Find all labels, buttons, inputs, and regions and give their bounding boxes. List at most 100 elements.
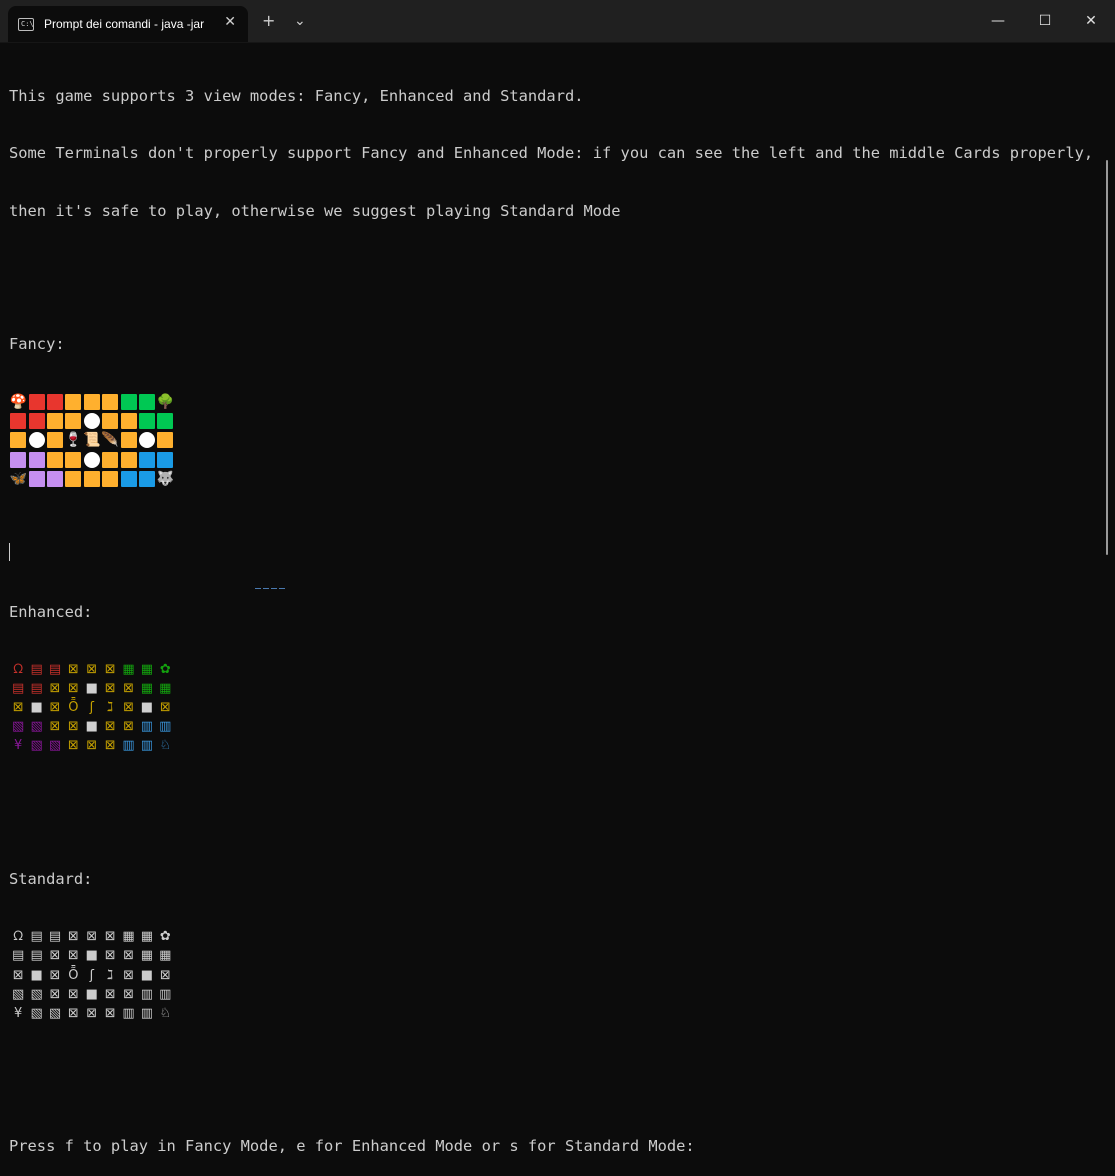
enhanced-symbol: ▥: [122, 738, 135, 754]
enhanced-symbol: ⊠: [104, 719, 116, 735]
standard-symbol: ⊠: [123, 967, 134, 983]
standard-symbol: ⊠: [123, 986, 134, 1002]
fancy-square: [46, 393, 64, 412]
standard-symbol: ᘯ: [13, 929, 24, 945]
standard-row: ᘯ ▤ ▤ ⊠ ⊠ ⊠ ▦ ▦ ✿: [9, 927, 1099, 946]
enhanced-symbol: ♘: [159, 738, 172, 754]
close-window-button[interactable]: ✕: [1068, 0, 1114, 42]
enhanced-symbol: ⊠: [67, 662, 79, 677]
enhanced-symbol: ▧: [30, 738, 43, 754]
fancy-circle: [83, 412, 101, 431]
enhanced-symbol: ⊠: [67, 681, 79, 697]
fancy-circle: [138, 431, 156, 450]
standard-symbol: ▧: [12, 986, 25, 1002]
fancy-square: [101, 469, 119, 488]
enhanced-symbol: ▦: [159, 681, 172, 697]
fancy-emoji: 🍷: [64, 432, 83, 449]
maximize-button[interactable]: ☐: [1022, 0, 1068, 42]
enhanced-symbol: ⊠: [67, 719, 79, 735]
minimize-button[interactable]: —: [975, 0, 1021, 42]
standard-symbol: ⊠: [49, 948, 61, 964]
text-cursor: [9, 543, 10, 561]
standard-row: ▤ ▤ ⊠ ⊠ ■ ⊠ ⊠ ▦ ▦: [9, 946, 1099, 965]
fancy-square: [64, 412, 82, 431]
standard-symbol: ⊠: [67, 986, 79, 1002]
tab-title: Prompt dei comandi - java -jar: [44, 17, 205, 31]
standard-symbol: ʃ: [89, 967, 94, 983]
standard-symbol: ⊠: [12, 967, 24, 983]
standard-symbol: ▥: [159, 986, 172, 1002]
enhanced-symbol: ■: [85, 681, 98, 697]
standard-symbol: ✿: [159, 929, 171, 945]
standard-symbol: ▦: [122, 929, 135, 945]
terminal-icon: C:\: [18, 17, 34, 31]
standard-symbol: ▧: [48, 1005, 62, 1021]
standard-symbol: Ȭ: [68, 967, 79, 983]
enhanced-grid: ᘯ ▤ ▤ ⊠ ⊠ ⊠ ▦ ▦ ✿ ▤ ▤ ⊠ ⊠ ■ ⊠ ⊠ ▦ ▦ ⊠ ■ ⊠ Ȭʃ ℷ ⊠ ■ ⊠ ▧ ▧ ⊠ ⊠ ■ ⊠ ⊠ ▥ ▥ ¥ ▧ ▧ ⊠…: [9, 660, 1099, 755]
standard-symbol: ■: [85, 986, 98, 1002]
enhanced-symbol: ▦: [140, 662, 154, 677]
tab-command-prompt[interactable]: C:\ Prompt dei comandi - java -jar ✕: [8, 6, 248, 42]
standard-label: Standard:: [9, 870, 93, 889]
fancy-square: [27, 393, 45, 412]
enhanced-row: ▧ ▧ ⊠ ⊠ ■ ⊠ ⊠ ▥ ▥: [9, 717, 1099, 736]
enhanced-symbol: ¥: [14, 738, 23, 754]
standard-symbol: ⊠: [123, 948, 134, 964]
fancy-square: [138, 412, 156, 431]
fancy-emoji: 🐺: [156, 470, 175, 487]
fancy-square: [156, 412, 174, 431]
enhanced-symbol: ⊠: [104, 738, 116, 754]
standard-symbol: ♘: [159, 1005, 172, 1021]
enhanced-symbol: ᘯ: [13, 662, 24, 677]
enhanced-symbol: ⊠: [12, 700, 24, 716]
fancy-square: [27, 450, 45, 469]
fancy-square: [64, 393, 82, 412]
fancy-row: 🍷 📜 🪶: [9, 431, 1099, 450]
standard-symbol: ⊠: [67, 1005, 79, 1021]
fancy-square: [46, 469, 64, 488]
enhanced-symbol: ■: [140, 700, 154, 716]
enhanced-symbol: ℷ: [107, 700, 114, 716]
enhanced-symbol: ■: [85, 719, 98, 735]
scrollbar[interactable]: [1106, 160, 1108, 555]
enhanced-symbol: ✿: [159, 662, 171, 677]
fancy-square: [119, 431, 137, 450]
standard-symbol: ⊠: [67, 948, 79, 964]
fancy-square: [156, 450, 174, 469]
taskbar-hint: [255, 588, 295, 589]
enhanced-symbol: ▥: [140, 738, 154, 754]
fancy-row: [9, 412, 1099, 431]
fancy-square: [46, 450, 64, 469]
standard-symbol: ▥: [122, 1005, 135, 1021]
enhanced-symbol: ▤: [48, 662, 62, 677]
fancy-square: [27, 469, 45, 488]
enhanced-symbol: ⊠: [123, 719, 134, 735]
standard-symbol: ℷ: [107, 967, 114, 983]
fancy-square: [138, 469, 156, 488]
fancy-square: [27, 412, 45, 431]
standard-symbol: ⊠: [104, 1005, 116, 1021]
close-tab-icon[interactable]: ✕: [224, 14, 236, 30]
fancy-circle: [83, 450, 101, 469]
mode-prompt: Press f to play in Fancy Mode, e for Enh…: [9, 1137, 695, 1156]
fancy-square: [9, 412, 27, 431]
standard-symbol: ¥: [14, 1005, 23, 1021]
standard-symbol: ▤: [30, 948, 43, 964]
fancy-square: [9, 431, 27, 450]
enhanced-symbol: ▦: [140, 681, 154, 697]
standard-symbol: ▦: [140, 948, 154, 964]
tab-dropdown-button[interactable]: ⌄: [294, 12, 306, 30]
standard-symbol: ⊠: [104, 948, 116, 964]
standard-symbol: ⊠: [104, 986, 116, 1002]
enhanced-symbol: Ȭ: [68, 700, 79, 716]
fancy-square: [101, 393, 119, 412]
enhanced-symbol: ʃ: [89, 700, 94, 716]
enhanced-symbol: ▧: [12, 719, 25, 735]
standard-symbol: ▥: [140, 986, 154, 1002]
fancy-square: [101, 412, 119, 431]
terminal-output[interactable]: This game supports 3 view modes: Fancy, …: [9, 49, 1099, 1176]
standard-symbol: ▧: [30, 1005, 43, 1021]
fancy-square: [138, 393, 156, 412]
new-tab-button[interactable]: +: [262, 12, 275, 30]
